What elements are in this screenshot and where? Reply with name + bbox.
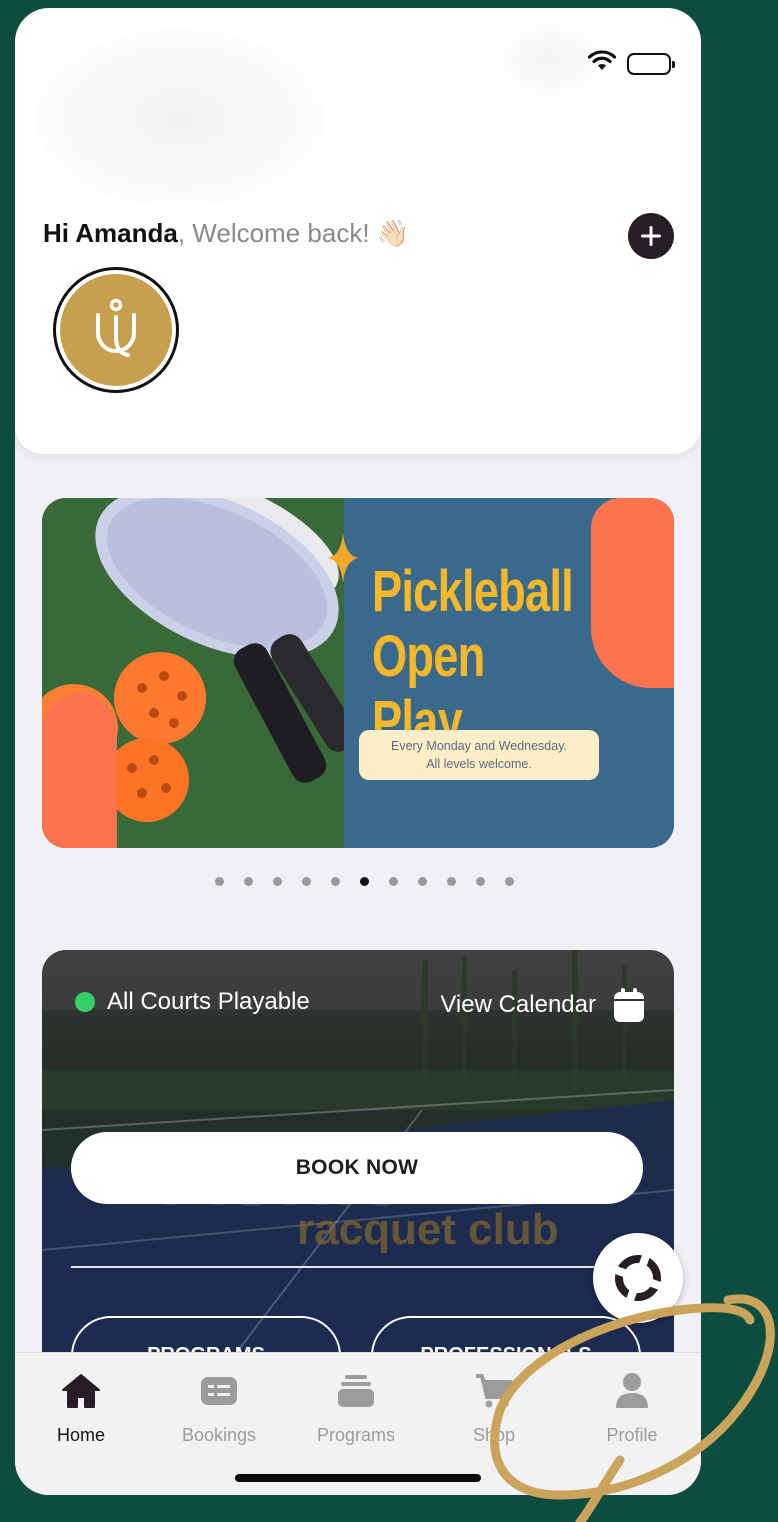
club-avatar[interactable] — [53, 267, 179, 393]
tab-programs-label: Programs — [316, 1425, 396, 1445]
view-calendar-link[interactable]: View Calendar — [440, 988, 644, 1022]
greeting: Hi Amanda, Welcome back! 👋🏻 — [43, 218, 409, 249]
tab-bookings[interactable]: Bookings — [159, 1371, 279, 1446]
greeting-welcome: , Welcome back! 👋🏻 — [177, 218, 410, 248]
add-button[interactable] — [628, 213, 674, 259]
carousel-dot[interactable] — [331, 877, 340, 886]
view-calendar-label: View Calendar — [440, 991, 596, 1018]
bookings-icon — [201, 1377, 237, 1405]
status-dot-icon — [75, 992, 95, 1012]
tab-shop[interactable]: Shop — [434, 1371, 554, 1446]
club-watermark-text: racquet club — [297, 1205, 559, 1254]
battery-icon — [627, 52, 675, 75]
decorative-shape — [591, 498, 674, 688]
banner-subtitle-line1: Every Monday and Wednesday. — [390, 739, 568, 753]
sparkle-icon — [328, 533, 358, 583]
court-status: All Courts Playable — [75, 988, 310, 1016]
banner-subtitle: Every Monday and Wednesday. All levels w… — [359, 730, 599, 780]
tab-shop-label: Shop — [472, 1425, 516, 1445]
calendar-icon — [614, 988, 644, 1022]
court-status-label: All Courts Playable — [107, 988, 310, 1015]
carousel-dot[interactable] — [505, 877, 514, 886]
decorative-shape — [42, 693, 117, 848]
carousel-dot[interactable] — [476, 877, 485, 886]
tab-bookings-label: Bookings — [181, 1425, 257, 1445]
carousel-dot[interactable] — [447, 877, 456, 886]
blurred-region — [35, 28, 325, 208]
tab-programs[interactable]: Programs — [296, 1371, 416, 1446]
status-bar — [587, 50, 675, 77]
profile-icon — [616, 1373, 648, 1408]
programs-icon — [338, 1375, 374, 1407]
book-now-button[interactable]: BOOK NOW — [71, 1132, 643, 1204]
carousel-dot[interactable] — [302, 877, 311, 886]
greeting-name: Hi Amanda — [43, 218, 178, 248]
cart-icon — [476, 1374, 513, 1408]
divider — [71, 1266, 643, 1268]
carousel-dot[interactable] — [389, 877, 398, 886]
carousel-dot[interactable] — [273, 877, 282, 886]
home-icon — [62, 1374, 100, 1408]
plus-icon — [641, 226, 661, 246]
banner-title: Pickleball Open Play — [372, 559, 574, 755]
banner-subtitle-line2: All levels welcome. — [426, 757, 532, 771]
carousel-dot[interactable] — [418, 877, 427, 886]
carousel-dot[interactable] — [215, 877, 224, 886]
carousel-dot[interactable] — [244, 877, 253, 886]
club-logo — [60, 274, 172, 386]
tab-home[interactable]: Home — [21, 1371, 141, 1446]
tab-profile[interactable]: Profile — [572, 1371, 692, 1446]
tab-bar: Home Bookings Programs Shop Profile — [15, 1352, 701, 1495]
help-fab[interactable] — [593, 1233, 683, 1323]
banner-title-line1: Pickleball — [372, 559, 574, 624]
tab-profile-label: Profile — [606, 1425, 658, 1445]
phone-screen: Hi Amanda, Welcome back! 👋🏻 Pickleball O… — [15, 8, 701, 1495]
carousel-dot[interactable] — [360, 877, 369, 886]
tab-home-label: Home — [56, 1425, 105, 1445]
header-card: Hi Amanda, Welcome back! 👋🏻 — [15, 8, 701, 454]
club-logo-icon — [96, 298, 136, 357]
support-icon — [613, 1253, 663, 1303]
wifi-icon — [587, 50, 617, 77]
carousel-indicator[interactable] — [215, 877, 514, 886]
promo-banner[interactable]: Pickleball Open Play Every Monday and We… — [42, 498, 674, 848]
home-indicator — [235, 1474, 481, 1482]
